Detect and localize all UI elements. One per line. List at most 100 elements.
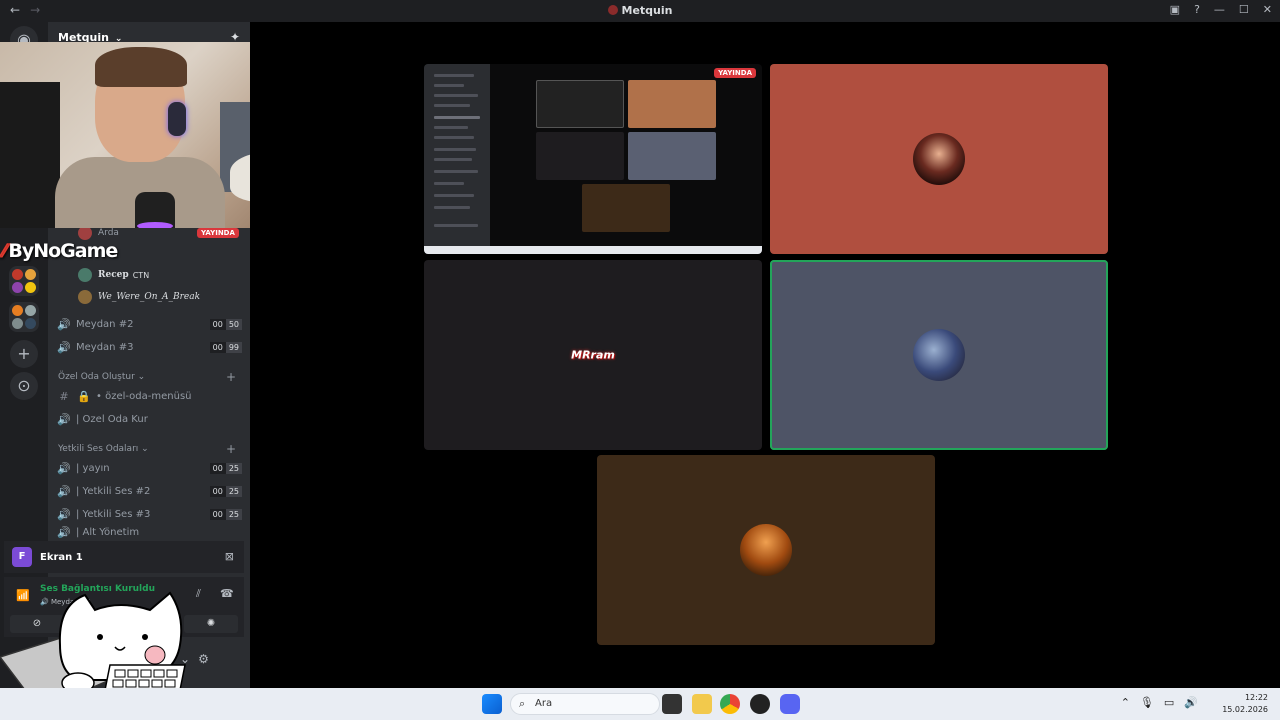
- title-bar: ← → Metquin ▣ ? — ☐ ✕: [0, 0, 1280, 22]
- chevron-up-icon[interactable]: ⌃: [1121, 696, 1130, 709]
- headset-icon: [168, 102, 186, 136]
- clock[interactable]: 12:22 15.02.2026: [1222, 692, 1268, 716]
- webcam-person-hair: [95, 47, 187, 87]
- channel-label: | yayın: [76, 462, 110, 474]
- speaker-icon: 🔊: [57, 484, 71, 498]
- stream-tile[interactable]: YAYINDA: [424, 64, 762, 254]
- voice-channel-alt-yonetim[interactable]: 🔊 | Alt Yönetim: [56, 526, 242, 538]
- window-title-text: Metquin: [621, 4, 673, 17]
- live-badge: YAYINDA: [197, 228, 239, 238]
- mic-ring-light: [137, 222, 173, 228]
- add-channel-icon[interactable]: +: [226, 370, 236, 384]
- channel-label: | Yetkili Ses #2: [76, 485, 151, 497]
- screen-share-panel[interactable]: F Ekran 1 ⊠: [4, 541, 244, 573]
- channel-label: Meydan #2: [76, 318, 134, 330]
- system-tray: ⌃ 🎙 ▭ 🔊: [1121, 696, 1198, 709]
- clock-date: 15.02.2026: [1222, 705, 1268, 714]
- stop-stream-icon[interactable]: ⊠: [225, 550, 234, 563]
- category-yetkili[interactable]: Yetkili Ses Odaları ⌄ +: [58, 442, 240, 456]
- user-tile[interactable]: [770, 64, 1108, 254]
- volume-icon[interactable]: 🔊: [1184, 696, 1198, 709]
- voice-channel-yetkili-3[interactable]: 🔊 | Yetkili Ses #3 00 25: [56, 504, 242, 524]
- close-button[interactable]: ✕: [1263, 3, 1272, 16]
- bynogame-logo: ⁄⁄ ByNoGame: [2, 240, 118, 262]
- webcam-monitor: [0, 82, 60, 228]
- mrram-logo: MRram: [571, 348, 615, 362]
- category-label: Yetkili Ses Odaları: [58, 444, 139, 454]
- user-limit-badge: 00 25: [209, 508, 242, 520]
- voice-member[interactable]: We_Were_On_A_Break: [78, 288, 200, 306]
- search-placeholder: Ara: [535, 698, 553, 709]
- category-label: Özel Oda Oluştur: [58, 372, 135, 382]
- avatar: [78, 268, 92, 282]
- user-limit-badge: 00 25: [209, 485, 242, 497]
- avatar: [740, 524, 792, 576]
- mini-sidebar: [424, 64, 490, 254]
- hash-icon: #: [59, 389, 69, 403]
- file-explorer-icon[interactable]: [692, 694, 712, 714]
- windows-start-icon[interactable]: [482, 694, 502, 714]
- voice-channel-ozel-kur[interactable]: 🔊 | Özel Oda Kur: [56, 409, 242, 429]
- clock-time: 12:22: [1244, 693, 1268, 702]
- task-view-icon[interactable]: [662, 694, 682, 714]
- voice-stage: YAYINDA MRram: [250, 22, 1280, 688]
- member-tag: CTN: [132, 270, 150, 280]
- screen-share-badge: F: [12, 547, 32, 567]
- taskbar: ⌕ Ara ⌃ 🎙 ▭ 🔊 12:22 15.02.2026: [0, 688, 1280, 720]
- voice-member[interactable]: Recep CTN: [78, 266, 149, 284]
- add-server-icon[interactable]: +: [10, 340, 38, 368]
- speaker-icon: 🔊: [57, 340, 71, 354]
- screen-share-label: Ekran 1: [40, 551, 83, 563]
- speaker-icon: 🔊: [57, 507, 71, 521]
- server-icon: [607, 5, 618, 15]
- voice-channel-yayin[interactable]: 🔊 | yayın 00 25: [56, 458, 242, 478]
- discord-icon[interactable]: [780, 694, 800, 714]
- live-badge: YAYINDA: [714, 68, 756, 78]
- network-icon[interactable]: ▭: [1164, 696, 1174, 709]
- channel-label: Meydan #3: [76, 341, 134, 353]
- avatar: [913, 329, 965, 381]
- server-folder-1[interactable]: [9, 266, 39, 296]
- voice-channel-meydan-2[interactable]: 🔊 Meydan #2 00 50: [56, 314, 242, 334]
- obs-icon[interactable]: [750, 694, 770, 714]
- user-limit-badge: 00 25: [209, 462, 242, 474]
- search-icon: ⌕: [519, 697, 526, 710]
- lock-icon: 🔒: [77, 389, 91, 403]
- chrome-icon[interactable]: [720, 694, 740, 714]
- speaker-icon: 🔊: [57, 526, 71, 538]
- user-limit-badge: 00 50: [209, 318, 242, 330]
- add-channel-icon[interactable]: +: [226, 442, 236, 456]
- channel-label: • özel-oda-menüsü: [96, 390, 192, 402]
- user-tile[interactable]: MRram: [424, 260, 762, 450]
- window-controls: ▣ ? — ☐ ✕: [1170, 3, 1272, 16]
- voice-channel-meydan-3[interactable]: 🔊 Meydan #3 00 99: [56, 337, 242, 357]
- discover-icon[interactable]: ⊙: [10, 372, 38, 400]
- channel-label: | Alt Yönetim: [76, 526, 140, 538]
- avatar: [78, 290, 92, 304]
- member-name: Arda: [98, 228, 119, 238]
- search-box[interactable]: ⌕ Ara: [510, 693, 660, 715]
- avatar: [913, 133, 965, 185]
- maximize-button[interactable]: ☐: [1239, 3, 1249, 16]
- window-title: Metquin: [0, 4, 1280, 17]
- microphone-icon[interactable]: 🎙: [1140, 696, 1154, 709]
- channel-label: | Yetkili Ses #3: [76, 508, 151, 520]
- channel-label: | Özel Oda Kur: [76, 413, 148, 425]
- help-icon[interactable]: ?: [1194, 3, 1200, 16]
- speaker-icon: 🔊: [57, 412, 71, 426]
- member-name: We_Were_On_A_Break: [98, 292, 201, 302]
- user-limit-badge: 00 99: [209, 341, 242, 353]
- server-folder-2[interactable]: [9, 302, 39, 332]
- bynogame-text: ByNoGame: [8, 240, 118, 262]
- minimize-button[interactable]: —: [1214, 3, 1225, 16]
- avatar: [78, 226, 92, 240]
- voice-channel-yetkili-2[interactable]: 🔊 | Yetkili Ses #2 00 25: [56, 481, 242, 501]
- speaker-icon: 🔊: [57, 317, 71, 331]
- member-name: Recep: [98, 270, 129, 280]
- inbox-icon[interactable]: ▣: [1170, 3, 1180, 16]
- user-tile[interactable]: [597, 455, 935, 645]
- user-tile-speaking[interactable]: [770, 260, 1108, 450]
- speaker-icon: 🔊: [57, 461, 71, 475]
- text-channel-ozel-menu[interactable]: # 🔒 • özel-oda-menüsü: [56, 386, 242, 406]
- category-ozel-oda[interactable]: Özel Oda Oluştur ⌄ +: [58, 370, 240, 384]
